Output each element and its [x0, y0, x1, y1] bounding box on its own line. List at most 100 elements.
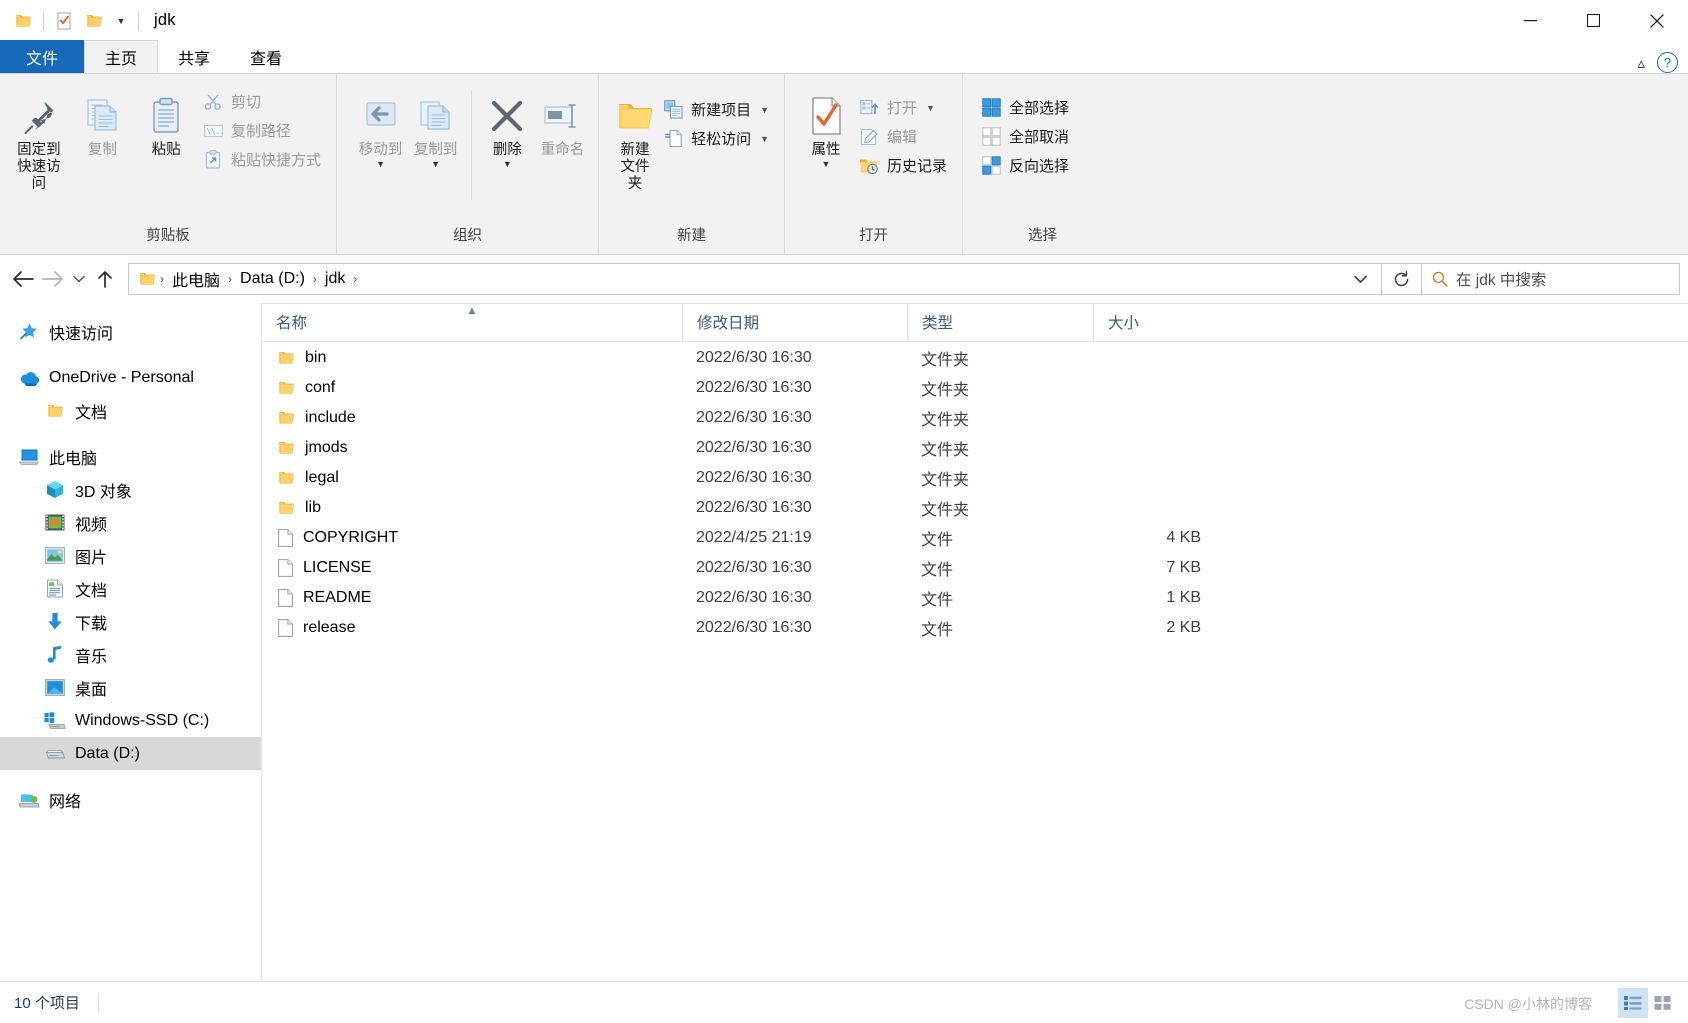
table-row[interactable]: COPYRIGHT 2022/4/25 21:19 文件 4 KB: [262, 523, 1688, 553]
table-row[interactable]: bin 2022/6/30 16:30 文件夹: [262, 343, 1688, 373]
copy-path-icon: \\...: [203, 120, 224, 141]
delete-button[interactable]: 删除 ▼: [480, 84, 535, 170]
column-name[interactable]: ▲ 名称: [262, 303, 682, 342]
breadcrumb-separator[interactable]: ›: [158, 272, 166, 286]
address-dropdown-icon[interactable]: [1344, 275, 1377, 284]
breadcrumb-item-jdk[interactable]: jdk: [319, 267, 351, 291]
sidebar-item-network[interactable]: 网络: [0, 783, 261, 816]
sidebar-item-data-d[interactable]: Data (D:): [0, 737, 261, 770]
invert-selection-button[interactable]: 反向选择: [977, 152, 1076, 179]
chevron-down-icon[interactable]: ▼: [503, 160, 512, 169]
tab-view[interactable]: 查看: [230, 40, 302, 73]
chevron-down-icon[interactable]: ▼: [760, 105, 769, 115]
move-to-button[interactable]: 移动到 ▼: [353, 84, 408, 170]
sidebar-item-windows-ssd-c[interactable]: Windows-SSD (C:): [0, 704, 261, 737]
group-new-label: 新建: [677, 228, 706, 244]
breadcrumb-separator[interactable]: ›: [226, 272, 234, 286]
chevron-down-icon[interactable]: ▼: [926, 103, 935, 113]
sidebar-item-videos[interactable]: 视频: [0, 506, 261, 539]
table-row[interactable]: README 2022/6/30 16:30 文件 1 KB: [262, 583, 1688, 613]
table-row[interactable]: jmods 2022/6/30 16:30 文件夹: [262, 433, 1688, 463]
tab-share[interactable]: 共享: [158, 40, 230, 73]
column-date[interactable]: 修改日期: [682, 302, 907, 342]
pin-to-quick-access-button[interactable]: 固定到快速访问: [8, 84, 70, 195]
tab-home[interactable]: 主页: [84, 40, 159, 73]
file-size: 4 KB: [1166, 529, 1201, 546]
file-icon: [278, 589, 293, 607]
chevron-down-icon[interactable]: ▼: [109, 6, 133, 36]
search-box[interactable]: 在 jdk 中搜索: [1422, 263, 1680, 295]
help-icon[interactable]: ?: [1657, 52, 1678, 73]
chevron-down-icon[interactable]: ▼: [760, 134, 769, 144]
breadcrumb-separator[interactable]: ›: [351, 272, 359, 286]
sidebar-item-label: 视频: [75, 516, 108, 534]
status-bar: 10 个项目 CSDN @小林的博客: [0, 981, 1688, 1023]
file-type: 文件夹: [921, 502, 970, 519]
forward-button[interactable]: [38, 264, 68, 294]
column-size[interactable]: 大小: [1093, 302, 1219, 342]
file-name: include: [305, 409, 356, 426]
back-button[interactable]: [8, 264, 38, 294]
rename-button[interactable]: 重命名: [535, 84, 590, 161]
table-row[interactable]: conf 2022/6/30 16:30 文件夹: [262, 373, 1688, 403]
sidebar-item-this-pc[interactable]: 此电脑: [0, 440, 261, 473]
breadcrumb-bar[interactable]: › 此电脑 › Data (D:) › jdk ›: [128, 263, 1382, 295]
chevron-down-icon[interactable]: ▼: [822, 160, 831, 169]
collapse-ribbon-icon[interactable]: ▵: [1637, 54, 1645, 72]
new-folder-icon[interactable]: [79, 6, 109, 36]
table-row[interactable]: LICENSE 2022/6/30 16:30 文件 7 KB: [262, 553, 1688, 583]
paste-shortcut-button[interactable]: 粘贴快捷方式: [199, 146, 328, 173]
paste-button[interactable]: 粘贴: [135, 84, 197, 161]
table-row[interactable]: legal 2022/6/30 16:30 文件夹: [262, 463, 1688, 493]
group-open: 属性 ▼ 打开 ▼ 编辑 历史记录 打开: [784, 74, 962, 254]
sidebar-item-3d-objects[interactable]: 3D 对象: [0, 473, 261, 506]
easy-access-button[interactable]: 轻松访问 ▼: [659, 125, 776, 152]
select-all-button[interactable]: 全部选择: [977, 94, 1076, 121]
close-button[interactable]: [1625, 0, 1688, 41]
up-button[interactable]: [90, 264, 120, 294]
large-icons-view-button[interactable]: [1648, 988, 1678, 1018]
chevron-down-icon[interactable]: ▼: [376, 160, 385, 169]
breadcrumb-separator[interactable]: ›: [311, 272, 319, 286]
new-folder-button[interactable]: 新建文件夹: [613, 84, 657, 195]
table-row[interactable]: release 2022/6/30 16:30 文件 2 KB: [262, 613, 1688, 643]
breadcrumb-item-this-pc[interactable]: 此电脑: [166, 264, 226, 294]
copy-to-button[interactable]: 复制到 ▼: [408, 84, 463, 170]
file-date: 2022/4/25 21:19: [696, 529, 812, 546]
select-none-button[interactable]: 全部取消: [977, 123, 1076, 150]
sidebar-item-desktop[interactable]: 桌面: [0, 671, 261, 704]
search-input[interactable]: 在 jdk 中搜索: [1456, 268, 1546, 290]
copy-path-button[interactable]: \\... 复制路径: [199, 117, 328, 144]
details-view-button[interactable]: [1618, 987, 1648, 1018]
recent-locations-button[interactable]: [68, 264, 90, 294]
tab-file[interactable]: 文件: [0, 40, 85, 73]
file-name-cell: README: [262, 589, 682, 607]
chevron-down-icon[interactable]: ▼: [431, 160, 440, 169]
cut-button[interactable]: 剪切: [199, 88, 328, 115]
group-clipboard: 固定到快速访问 复制 粘贴 剪切 \\. 复制路径 粘贴快捷方式 剪贴板: [0, 74, 336, 254]
edit-button[interactable]: 编辑: [855, 123, 954, 150]
file-date: 2022/6/30 16:30: [696, 439, 812, 456]
file-type: 文件夹: [921, 472, 970, 489]
sidebar-item-music[interactable]: 音乐: [0, 638, 261, 671]
breadcrumb-item-data-d[interactable]: Data (D:): [234, 267, 311, 291]
minimize-button[interactable]: [1499, 0, 1562, 41]
sidebar-item-onedrive[interactable]: OneDrive - Personal: [0, 361, 261, 394]
refresh-button[interactable]: [1382, 263, 1422, 295]
sidebar-item-quick-access[interactable]: 快速访问: [0, 315, 261, 348]
new-item-button[interactable]: 新建项目 ▼: [659, 96, 776, 123]
checklist-icon[interactable]: [49, 6, 79, 36]
column-type[interactable]: 类型: [907, 302, 1093, 342]
maximize-button[interactable]: [1562, 0, 1625, 41]
sidebar-item-downloads[interactable]: 下载: [0, 605, 261, 638]
sidebar-item-pictures[interactable]: 图片: [0, 539, 261, 572]
history-button[interactable]: 历史记录: [855, 152, 954, 179]
file-name-cell: LICENSE: [262, 559, 682, 577]
copy-button[interactable]: 复制: [72, 84, 134, 161]
sidebar-item-documents[interactable]: 文档: [0, 572, 261, 605]
properties-button[interactable]: 属性 ▼: [799, 84, 853, 170]
table-row[interactable]: include 2022/6/30 16:30 文件夹: [262, 403, 1688, 433]
sidebar-item-onedrive-documents[interactable]: 文档: [0, 394, 261, 427]
table-row[interactable]: lib 2022/6/30 16:30 文件夹: [262, 493, 1688, 523]
open-button[interactable]: 打开 ▼: [855, 94, 954, 121]
